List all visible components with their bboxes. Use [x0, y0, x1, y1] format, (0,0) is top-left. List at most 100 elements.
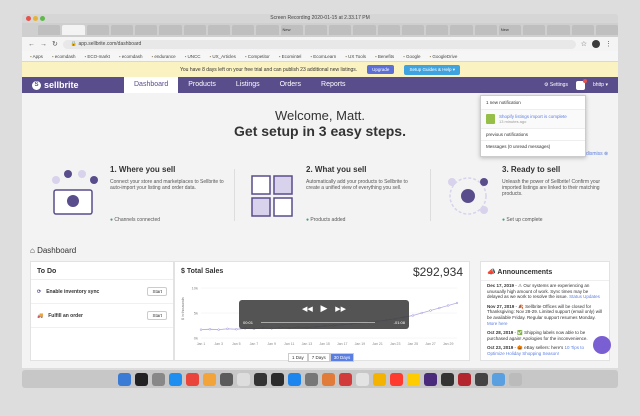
bookmark-item[interactable]: Ecomintel: [279, 54, 302, 59]
bookmark-item[interactable]: Apps: [30, 54, 43, 59]
dock-app-icon[interactable]: [271, 372, 284, 386]
start-button[interactable]: Start: [147, 311, 167, 320]
bookmark-item[interactable]: UNCC: [185, 54, 200, 59]
back-icon[interactable]: ←: [28, 41, 35, 48]
dock-app-icon[interactable]: [424, 372, 437, 386]
bookmark-item[interactable]: GoogleDrive: [430, 54, 457, 59]
notification-item[interactable]: Shopify listings import is complete 13 m…: [481, 110, 585, 129]
browser-tab[interactable]: [183, 25, 206, 35]
browser-tab[interactable]: [232, 25, 255, 35]
browser-tab[interactable]: [523, 25, 546, 35]
dock-app-icon[interactable]: [169, 372, 182, 386]
setup-guides-button[interactable]: Setup Guides & Help ▾: [404, 64, 460, 75]
range-30-days[interactable]: 30 Days: [329, 353, 355, 362]
url-field[interactable]: 🔒 app.sellbrite.com/dashboard: [62, 39, 576, 49]
fast-forward-icon[interactable]: ▶▶: [335, 306, 346, 313]
nav-orders[interactable]: Orders: [270, 77, 311, 93]
player-scrubber[interactable]: [261, 322, 375, 323]
bookmark-item[interactable]: UX Tools: [345, 54, 366, 59]
bookmark-item[interactable]: ECO-markt: [85, 54, 110, 59]
chart-point[interactable]: [226, 327, 229, 330]
nav-dashboard[interactable]: Dashboard: [124, 77, 179, 93]
dock-app-icon[interactable]: [322, 372, 335, 386]
bookmark-item[interactable]: Benefits: [375, 54, 394, 59]
browser-tab[interactable]: [159, 25, 182, 35]
menu-icon[interactable]: ⋮: [605, 40, 612, 48]
browser-tab[interactable]: [329, 25, 352, 35]
dock-app-icon[interactable]: [288, 372, 301, 386]
browser-tab[interactable]: [353, 25, 376, 35]
chart-point[interactable]: [429, 309, 432, 312]
range-1-day[interactable]: 1 Day: [288, 353, 308, 362]
play-icon[interactable]: ▶: [321, 303, 328, 313]
dock-app-icon[interactable]: [441, 372, 454, 386]
dock-app-icon[interactable]: [152, 372, 165, 386]
bookmark-item[interactable]: UX_Articles: [209, 54, 236, 59]
browser-tab[interactable]: [474, 25, 497, 35]
close-window-button[interactable]: [26, 16, 31, 21]
browser-tab[interactable]: [256, 25, 279, 35]
dock-app-icon[interactable]: [475, 372, 488, 386]
reload-icon[interactable]: ↻: [52, 40, 58, 48]
dock-app-icon[interactable]: [254, 372, 267, 386]
dock-app-icon[interactable]: [203, 372, 216, 386]
dismiss-link[interactable]: dismiss ⊗: [586, 151, 608, 157]
bookmark-item[interactable]: ecomdash: [52, 54, 76, 59]
chart-point[interactable]: [208, 328, 211, 331]
rewind-icon[interactable]: ◀◀: [302, 306, 313, 313]
dock-app-icon[interactable]: [356, 372, 369, 386]
browser-tab[interactable]: [304, 25, 327, 35]
profile-avatar[interactable]: [592, 40, 600, 48]
browser-tab[interactable]: New: [498, 25, 521, 35]
user-menu[interactable]: bhttp ▾: [593, 82, 608, 88]
messages-link[interactable]: Messages (0 unread messages): [481, 141, 585, 152]
browser-tab[interactable]: [571, 25, 594, 35]
browser-tab[interactable]: [86, 25, 109, 35]
nav-reports[interactable]: Reports: [311, 77, 356, 93]
dock-app-icon[interactable]: [390, 372, 403, 386]
chat-launcher-button[interactable]: [593, 336, 611, 354]
range-7-days[interactable]: 7 Days: [307, 353, 330, 362]
browser-tab[interactable]: [62, 25, 85, 35]
browser-tab[interactable]: [401, 25, 424, 35]
bookmark-item[interactable]: Competitor: [245, 54, 270, 59]
minimize-window-button[interactable]: [33, 16, 38, 21]
dock-app-icon[interactable]: [373, 372, 386, 386]
chart-point[interactable]: [438, 306, 441, 310]
bookmark-item[interactable]: EcomLearn: [310, 54, 336, 59]
chart-point[interactable]: [447, 304, 450, 307]
chart-point[interactable]: [455, 301, 459, 305]
browser-tab[interactable]: New: [280, 25, 303, 35]
previous-notifications-link[interactable]: previous notifications: [481, 129, 585, 141]
dock-app-icon[interactable]: [186, 372, 199, 386]
chart-point[interactable]: [411, 314, 415, 317]
dock-app-icon[interactable]: [118, 372, 131, 386]
zoom-window-button[interactable]: [40, 16, 45, 21]
dock-app-icon[interactable]: [237, 372, 250, 386]
notifications-icon[interactable]: [575, 78, 587, 90]
announcement-link[interactable]: More here: [487, 321, 508, 326]
dock-app-icon[interactable]: [458, 372, 471, 386]
bookmark-item[interactable]: Google: [403, 54, 421, 59]
nav-listings[interactable]: Listings: [226, 77, 270, 93]
bookmark-item[interactable]: endurance: [151, 54, 175, 59]
announcement-link[interactable]: Status Updates: [569, 294, 600, 299]
browser-tab[interactable]: [595, 25, 618, 35]
chart-point[interactable]: [420, 311, 423, 315]
dock-app-icon[interactable]: [305, 372, 318, 386]
settings-link[interactable]: ⚙ Settings: [544, 82, 568, 88]
upgrade-button[interactable]: Upgrade: [367, 65, 395, 74]
browser-tab[interactable]: [450, 25, 473, 35]
chart-point[interactable]: [199, 328, 203, 331]
browser-tab[interactable]: [135, 25, 158, 35]
start-button[interactable]: Start: [147, 287, 167, 296]
browser-tab[interactable]: [377, 25, 400, 35]
bookmark-item[interactable]: ecomdash: [119, 54, 143, 59]
dock-app-icon[interactable]: [509, 372, 522, 386]
sellbrite-logo[interactable]: Ssellbrite: [32, 80, 124, 90]
forward-icon[interactable]: →: [40, 41, 47, 48]
browser-tab[interactable]: [207, 25, 230, 35]
dock-app-icon[interactable]: [135, 372, 148, 386]
dock-app-icon[interactable]: [492, 372, 505, 386]
nav-products[interactable]: Products: [178, 77, 226, 93]
